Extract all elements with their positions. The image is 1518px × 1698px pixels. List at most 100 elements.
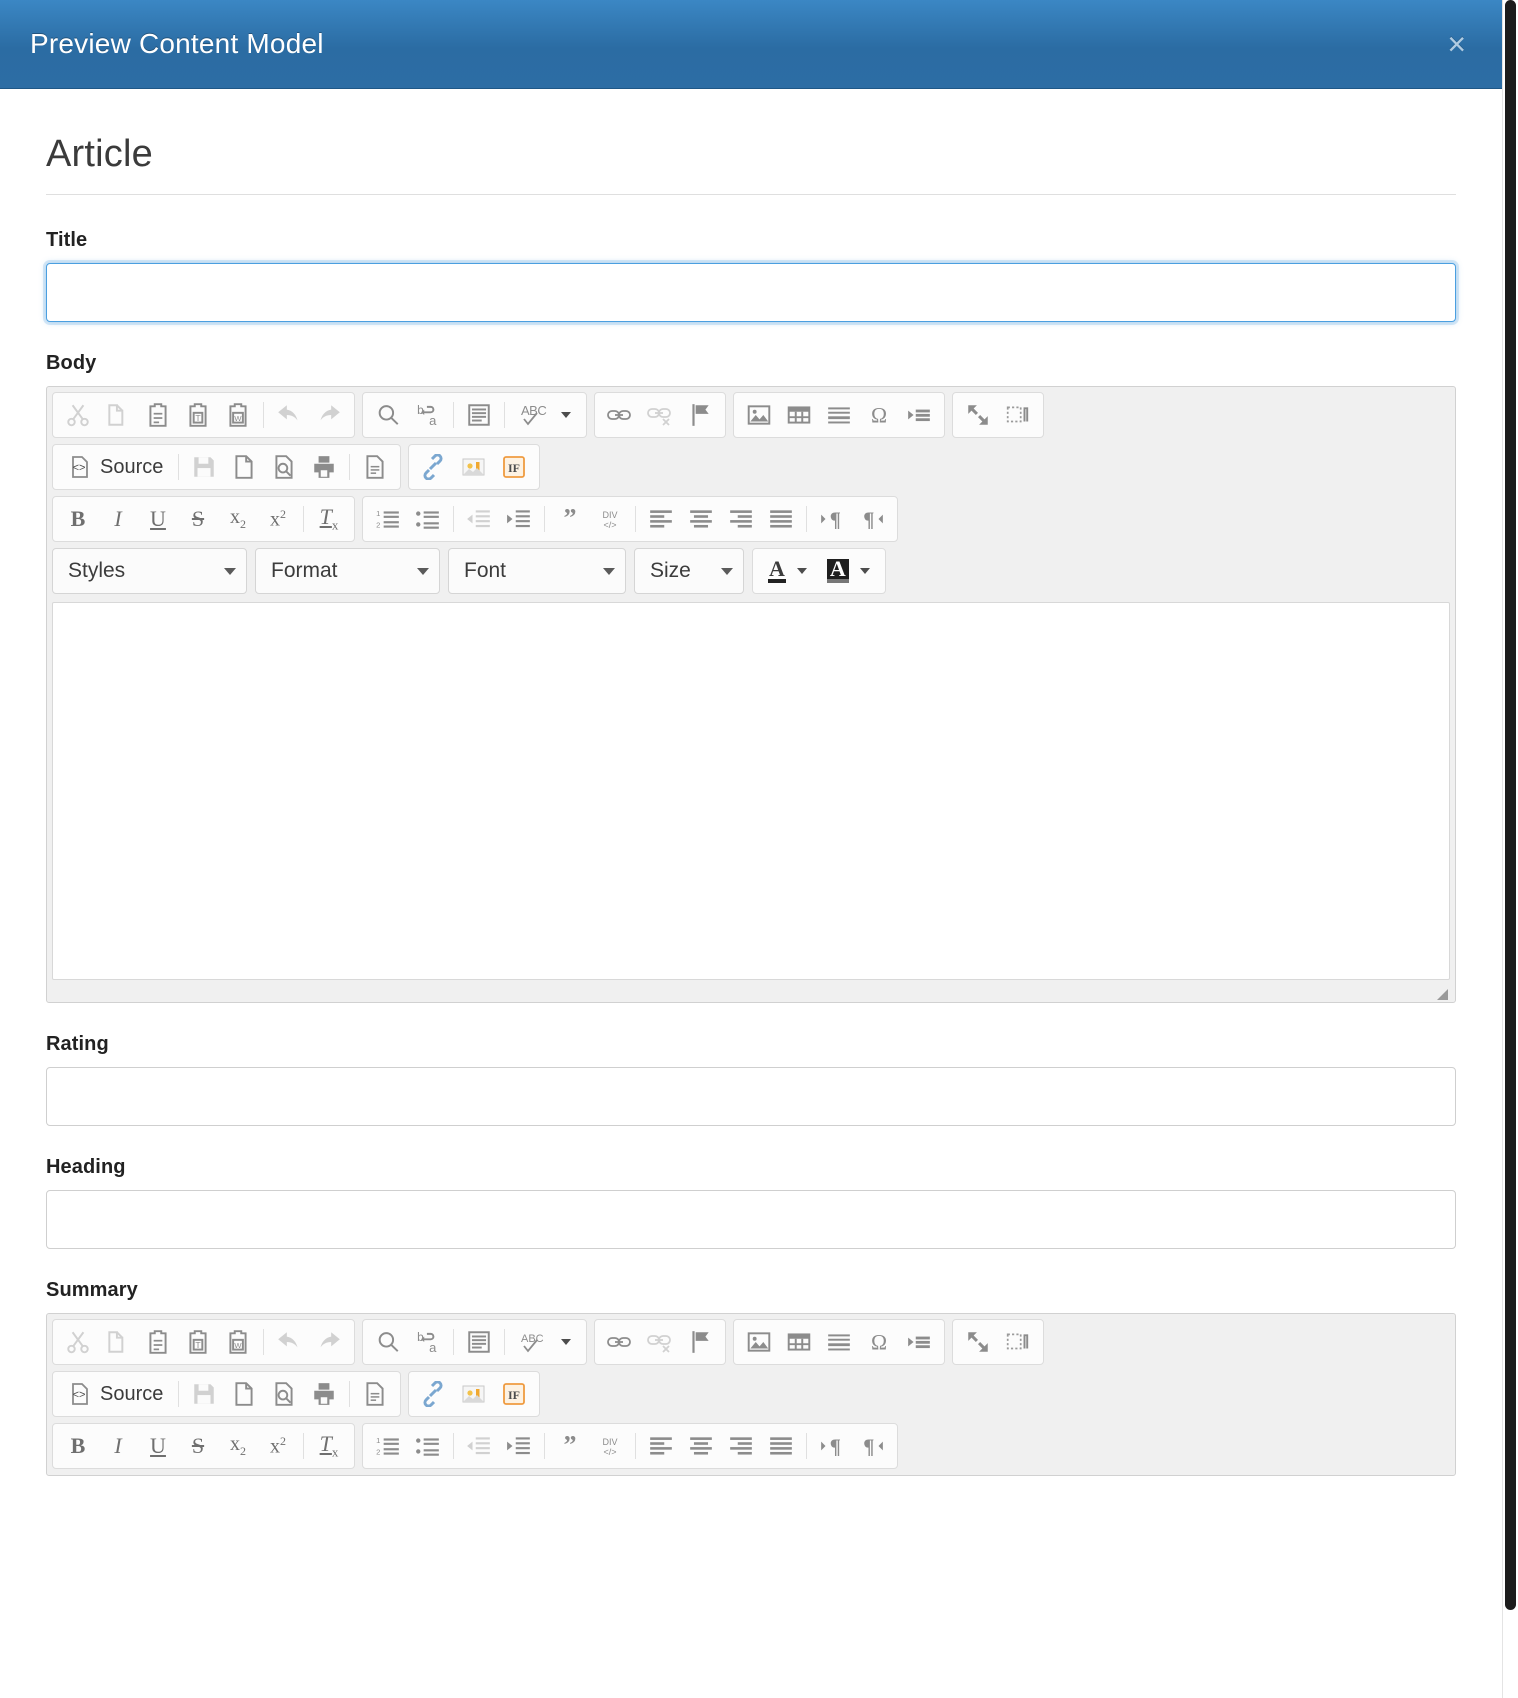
page-scrollbar-thumb[interactable] <box>1505 0 1516 1610</box>
cut-icon[interactable] <box>58 396 98 434</box>
special-char-icon[interactable]: Ω <box>859 1323 899 1361</box>
find-icon[interactable] <box>368 1323 408 1361</box>
horizontal-rule-icon[interactable] <box>819 396 859 434</box>
link-icon[interactable] <box>600 396 640 434</box>
resize-handle[interactable] <box>1437 989 1448 1000</box>
image-icon[interactable] <box>739 396 779 434</box>
justify-icon[interactable] <box>761 500 801 538</box>
align-right-icon[interactable] <box>721 1427 761 1465</box>
strike-icon[interactable]: S <box>178 500 218 538</box>
remove-format-icon[interactable]: Tx <box>309 500 349 538</box>
anchor-flag-icon[interactable] <box>680 1323 720 1361</box>
title-input[interactable] <box>46 263 1456 322</box>
special-char-icon[interactable]: Ω <box>859 396 899 434</box>
styles-combo[interactable]: Styles <box>52 548 247 594</box>
rtl-icon[interactable]: ¶ <box>852 500 892 538</box>
show-blocks-icon[interactable] <box>998 1323 1038 1361</box>
strike-icon[interactable]: S <box>178 1427 218 1465</box>
find-icon[interactable] <box>368 396 408 434</box>
align-center-icon[interactable] <box>681 500 721 538</box>
redo-icon[interactable] <box>309 1323 349 1361</box>
justify-icon[interactable] <box>761 1427 801 1465</box>
background-color-icon[interactable]: A <box>817 552 880 590</box>
replace-icon[interactable]: ba <box>408 1323 448 1361</box>
if-token-icon[interactable]: IF <box>494 448 534 486</box>
linkit-icon[interactable] <box>414 1375 454 1413</box>
copy-icon[interactable] <box>98 1323 138 1361</box>
outdent-icon[interactable] <box>459 1427 499 1465</box>
ltr-icon[interactable]: ¶ <box>812 500 852 538</box>
rating-input[interactable] <box>46 1067 1456 1126</box>
table-icon[interactable] <box>779 396 819 434</box>
new-page-icon[interactable] <box>224 448 264 486</box>
replace-icon[interactable]: ba <box>408 396 448 434</box>
size-combo[interactable]: Size <box>634 548 744 594</box>
media-browser-icon[interactable] <box>454 1375 494 1413</box>
numbered-list-icon[interactable]: 12 <box>368 1427 408 1465</box>
align-right-icon[interactable] <box>721 500 761 538</box>
page-break-icon[interactable] <box>899 396 939 434</box>
bold-icon[interactable]: B <box>58 500 98 538</box>
select-all-icon[interactable] <box>459 396 499 434</box>
preview-icon[interactable] <box>264 1375 304 1413</box>
unlink-icon[interactable] <box>640 1323 680 1361</box>
copy-icon[interactable] <box>98 396 138 434</box>
maximize-icon[interactable] <box>958 396 998 434</box>
image-icon[interactable] <box>739 1323 779 1361</box>
maximize-icon[interactable] <box>958 1323 998 1361</box>
bulleted-list-icon[interactable] <box>408 1427 448 1465</box>
undo-icon[interactable] <box>269 1323 309 1361</box>
unlink-icon[interactable] <box>640 396 680 434</box>
undo-icon[interactable] <box>269 396 309 434</box>
remove-format-icon[interactable]: Tx <box>309 1427 349 1465</box>
heading-input[interactable] <box>46 1190 1456 1249</box>
paste-text-icon[interactable]: T <box>178 1323 218 1361</box>
spellcheck-icon[interactable]: ABC <box>510 1323 581 1361</box>
italic-icon[interactable]: I <box>98 500 138 538</box>
show-blocks-icon[interactable] <box>998 396 1038 434</box>
page-break-icon[interactable] <box>899 1323 939 1361</box>
underline-icon[interactable]: U <box>138 500 178 538</box>
media-browser-icon[interactable] <box>454 448 494 486</box>
close-icon[interactable]: × <box>1439 24 1474 64</box>
div-container-icon[interactable]: DIV </> <box>590 1427 630 1465</box>
if-token-icon[interactable]: IF <box>494 1375 534 1413</box>
superscript-icon[interactable]: x2 <box>258 1427 298 1465</box>
horizontal-rule-icon[interactable] <box>819 1323 859 1361</box>
paste-icon[interactable] <box>138 1323 178 1361</box>
print-icon[interactable] <box>304 1375 344 1413</box>
source-button[interactable]: <> Source <box>58 448 173 486</box>
indent-icon[interactable] <box>499 1427 539 1465</box>
bulleted-list-icon[interactable] <box>408 500 448 538</box>
paste-text-icon[interactable]: T <box>178 396 218 434</box>
align-center-icon[interactable] <box>681 1427 721 1465</box>
body-editable-area[interactable] <box>52 602 1450 980</box>
blockquote-icon[interactable]: ” <box>550 1427 590 1465</box>
indent-icon[interactable] <box>499 500 539 538</box>
templates-icon[interactable] <box>355 448 395 486</box>
align-left-icon[interactable] <box>641 1427 681 1465</box>
outdent-icon[interactable] <box>459 500 499 538</box>
page-scrollbar-track[interactable] <box>1502 0 1518 1698</box>
templates-icon[interactable] <box>355 1375 395 1413</box>
div-container-icon[interactable]: DIV </> <box>590 500 630 538</box>
text-color-icon[interactable]: A <box>758 552 817 590</box>
select-all-icon[interactable] <box>459 1323 499 1361</box>
underline-icon[interactable]: U <box>138 1427 178 1465</box>
paste-word-icon[interactable]: W <box>218 396 258 434</box>
anchor-flag-icon[interactable] <box>680 396 720 434</box>
superscript-icon[interactable]: x2 <box>258 500 298 538</box>
save-icon[interactable] <box>184 448 224 486</box>
bold-icon[interactable]: B <box>58 1427 98 1465</box>
rtl-icon[interactable]: ¶ <box>852 1427 892 1465</box>
numbered-list-icon[interactable]: 12 <box>368 500 408 538</box>
italic-icon[interactable]: I <box>98 1427 138 1465</box>
paste-icon[interactable] <box>138 396 178 434</box>
source-button[interactable]: <> Source <box>58 1375 173 1413</box>
spellcheck-icon[interactable]: ABC <box>510 396 581 434</box>
align-left-icon[interactable] <box>641 500 681 538</box>
print-icon[interactable] <box>304 448 344 486</box>
preview-icon[interactable] <box>264 448 304 486</box>
font-combo[interactable]: Font <box>448 548 626 594</box>
save-icon[interactable] <box>184 1375 224 1413</box>
